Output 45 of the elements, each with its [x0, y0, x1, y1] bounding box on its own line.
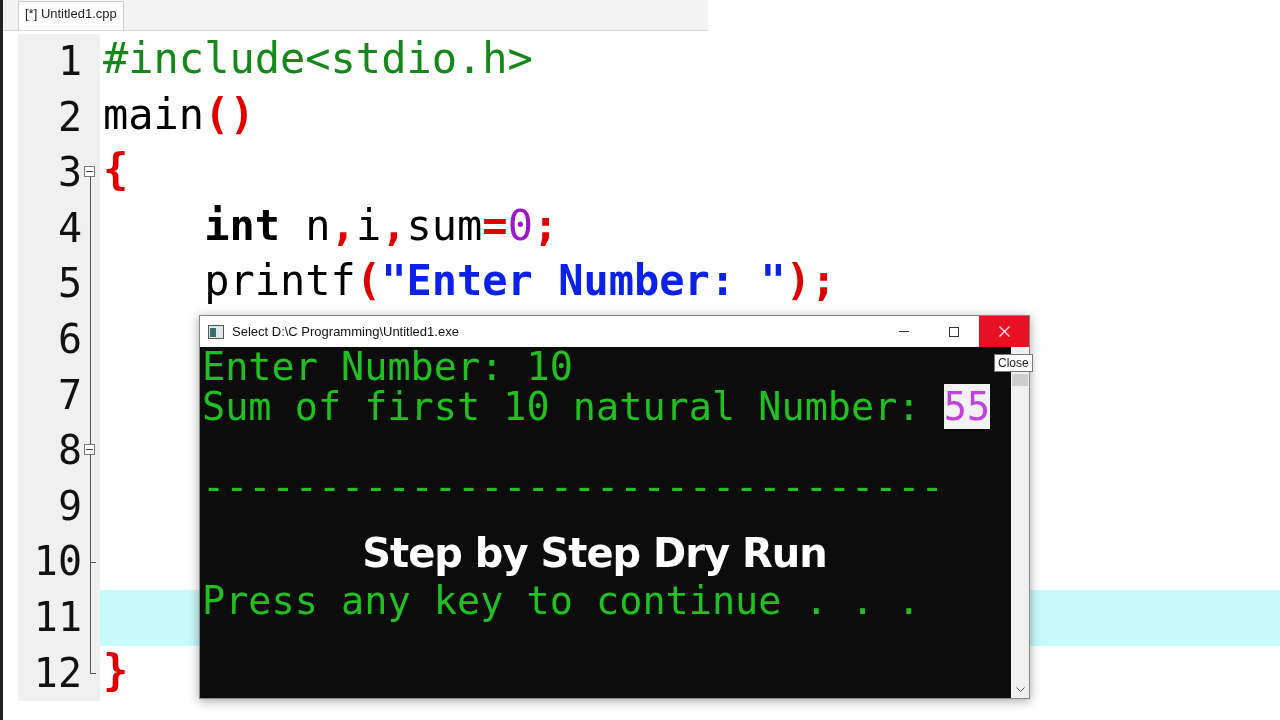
scroll-down-icon — [1015, 687, 1025, 693]
code-token: sum — [406, 200, 483, 250]
code-token: ; — [532, 200, 559, 250]
code-token: printf — [203, 256, 356, 306]
video-caption: Step by Step Dry Run — [361, 529, 828, 578]
code-token: , — [330, 200, 356, 250]
console-app-icon — [208, 324, 224, 339]
code-token: main — [103, 89, 205, 139]
line-number: 1 — [56, 37, 82, 86]
code-token: () — [204, 89, 255, 139]
file-tab[interactable]: [*] Untitled1.cpp — [18, 1, 124, 30]
line-number: 4 — [56, 203, 82, 253]
line-number: 8 — [56, 426, 82, 476]
console-prompt: Press any key to continue . . . — [202, 579, 922, 623]
highlighted-output: 55 — [943, 384, 991, 429]
maximize-icon — [949, 326, 959, 337]
fold-toggle[interactable] — [84, 166, 95, 177]
scrollbar-thumb[interactable] — [1012, 374, 1028, 386]
minimize-icon — [899, 331, 909, 332]
line-number: 9 — [56, 481, 82, 531]
code-token: ( — [355, 256, 382, 306]
code-token: n — [304, 200, 331, 250]
code-token: 0 — [507, 200, 533, 250]
line-number: 7 — [56, 370, 82, 420]
code-token: i — [355, 200, 382, 250]
tooltip: Close — [994, 354, 1033, 372]
fold-toggle[interactable] — [84, 443, 95, 455]
code-token: "Enter Number: " — [381, 256, 786, 306]
line-number: 11 — [32, 592, 82, 642]
code-token: { — [103, 145, 129, 195]
line-number: 2 — [56, 92, 82, 142]
line-number: 10 — [32, 537, 82, 587]
code-token: #include<stdio.h> — [103, 34, 533, 83]
code-token: } — [103, 645, 129, 695]
console-output: -------------------------------- — [202, 464, 944, 509]
code-token: ); — [785, 256, 837, 306]
code-token: = — [482, 200, 508, 250]
line-number: 3 — [56, 148, 82, 198]
close-icon — [998, 326, 1010, 337]
code-token: , — [381, 200, 407, 250]
line-number: 6 — [56, 314, 82, 364]
line-number: 12 — [32, 648, 82, 698]
code-token: int — [203, 200, 280, 250]
line-number: 5 — [56, 259, 82, 309]
console-title: Select D:\C Programming\Untitled1.exe — [232, 324, 460, 339]
